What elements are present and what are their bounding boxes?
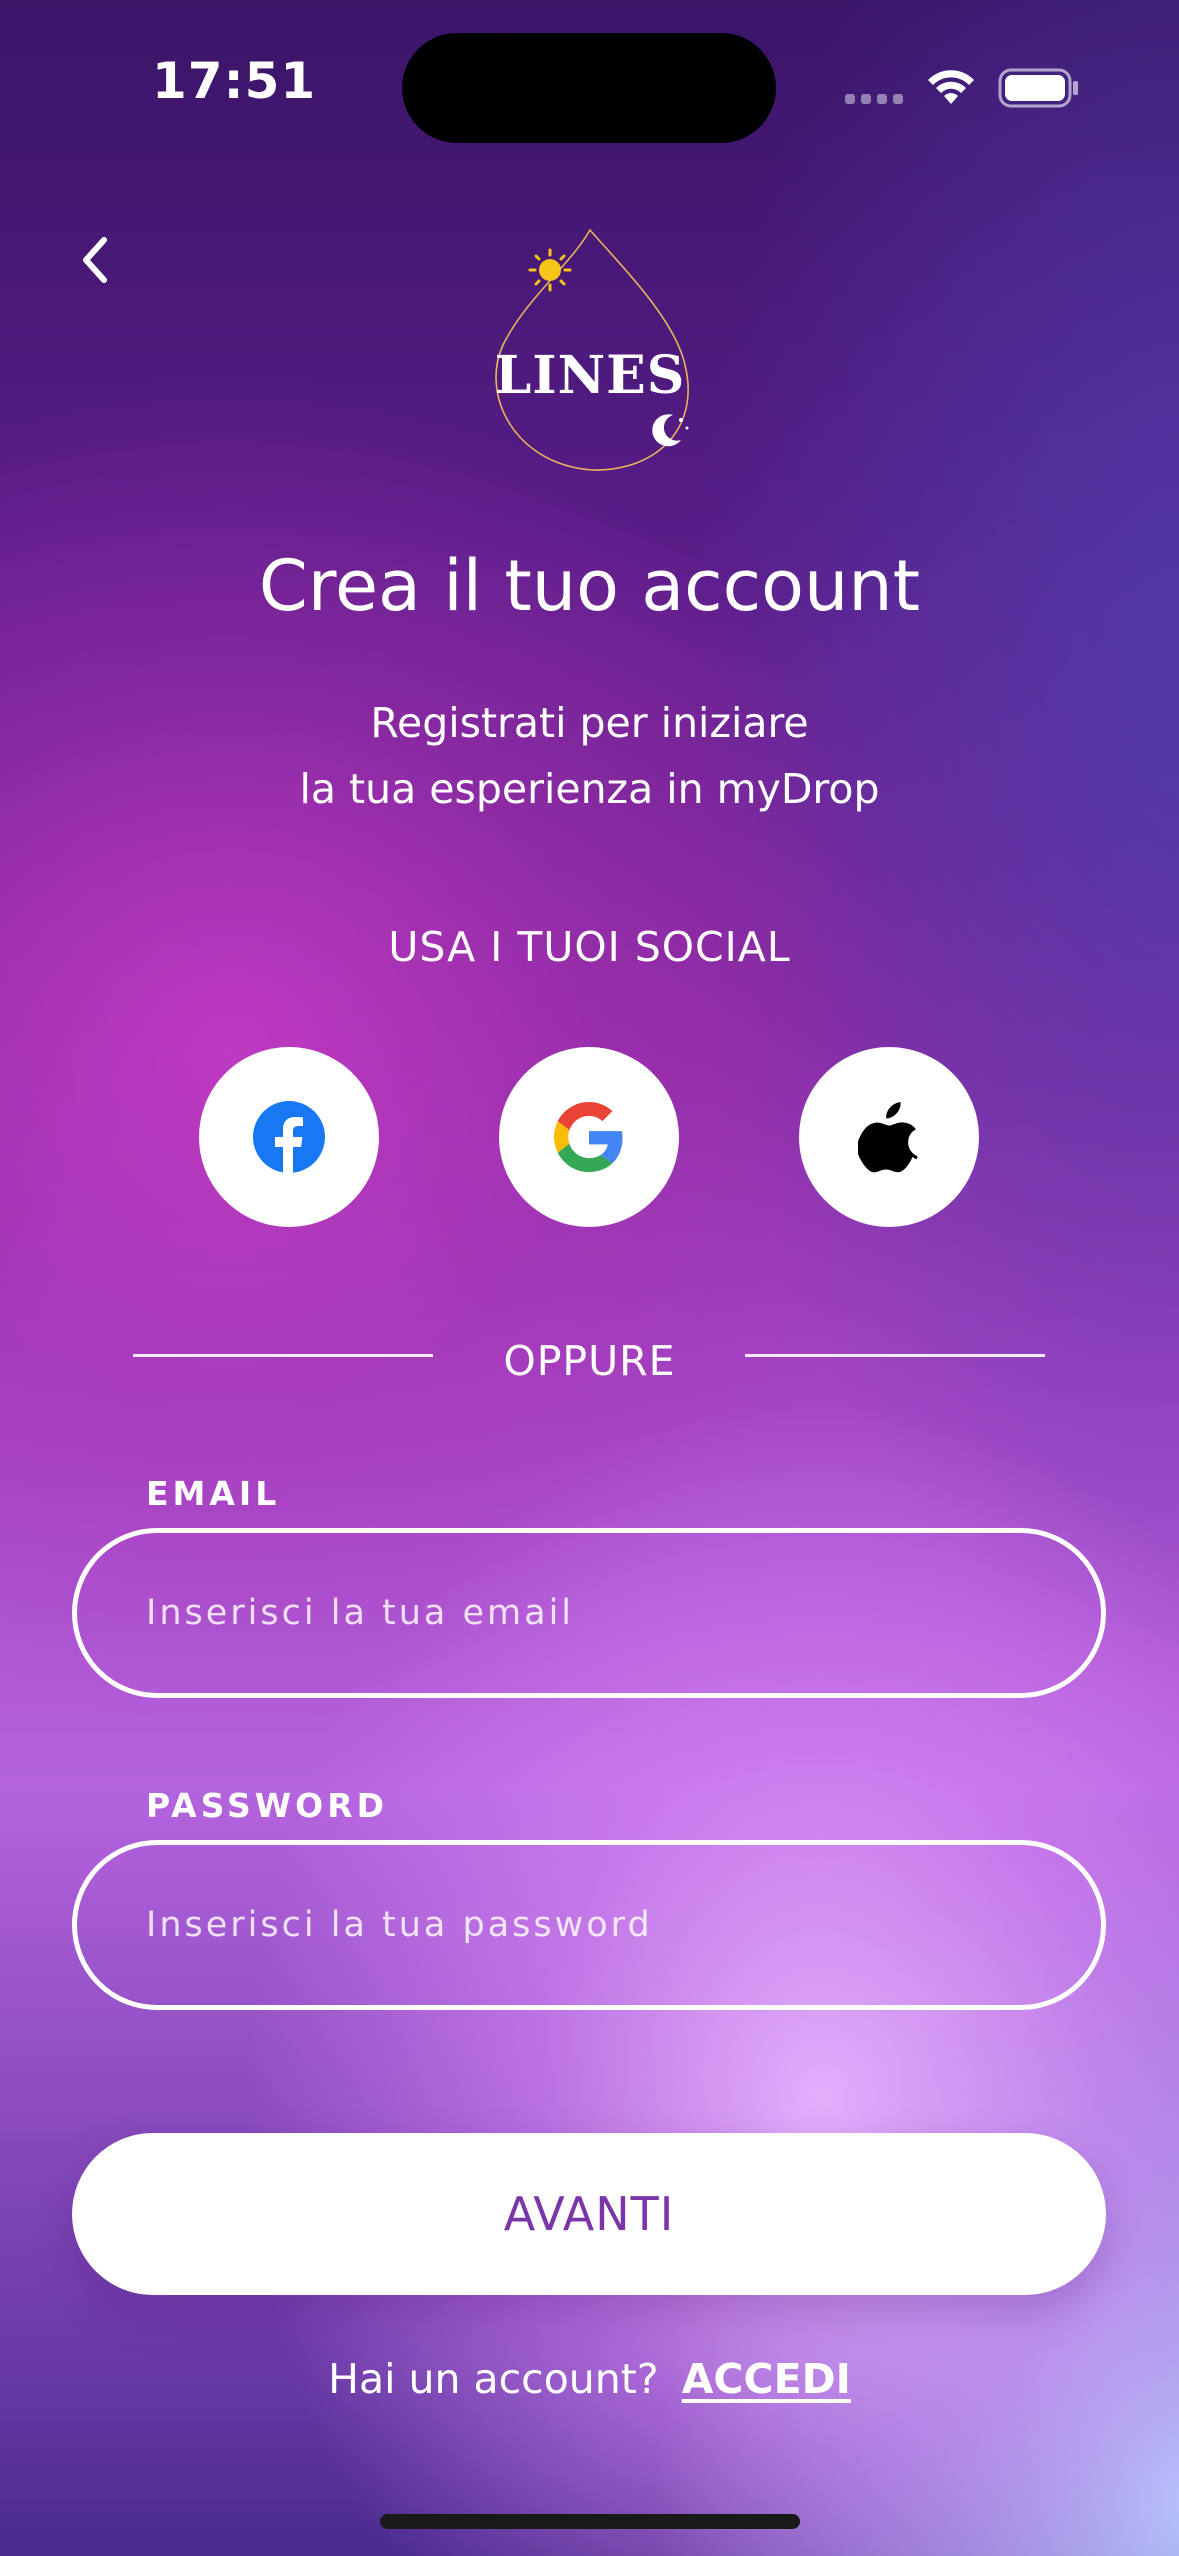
email-label: EMAIL xyxy=(146,1474,281,1513)
battery-icon xyxy=(998,68,1078,108)
sun-icon xyxy=(528,248,572,292)
status-bar: 17:51 xyxy=(0,0,1179,170)
apple-login-button[interactable] xyxy=(799,1047,979,1227)
google-icon xyxy=(554,1102,623,1172)
status-time: 17:51 xyxy=(152,52,317,110)
next-button[interactable]: AVANTI xyxy=(72,2133,1106,2295)
back-button[interactable] xyxy=(72,230,122,290)
apple-icon xyxy=(858,1102,918,1173)
social-label: USA I TUOI SOCIAL xyxy=(388,923,791,971)
email-input[interactable] xyxy=(72,1528,1106,1698)
subtitle-line-2: la tua esperienza in myDrop xyxy=(299,765,880,813)
login-prompt: Hai un account? ACCEDI xyxy=(0,2355,1179,2403)
dynamic-island xyxy=(402,33,776,143)
password-label: PASSWORD xyxy=(146,1786,389,1825)
password-input[interactable] xyxy=(72,1840,1106,2010)
logo-text: LINES xyxy=(494,345,686,406)
divider-line-right xyxy=(745,1354,1045,1357)
divider-text: OPPURE xyxy=(503,1337,676,1385)
google-login-button[interactable] xyxy=(499,1047,679,1227)
app-logo: LINES xyxy=(475,225,705,475)
wifi-icon xyxy=(928,70,974,104)
chevron-left-icon xyxy=(83,237,107,283)
cellular-signal-icon xyxy=(845,94,903,104)
login-prompt-text: Hai un account? xyxy=(328,2355,659,2403)
page-title: Crea il tuo account xyxy=(258,545,921,627)
facebook-login-button[interactable] xyxy=(199,1047,379,1227)
facebook-icon xyxy=(253,1101,325,1173)
login-link[interactable]: ACCEDI xyxy=(682,2355,851,2403)
home-indicator[interactable] xyxy=(380,2514,800,2529)
subtitle-line-1: Registrati per iniziare xyxy=(370,699,809,747)
